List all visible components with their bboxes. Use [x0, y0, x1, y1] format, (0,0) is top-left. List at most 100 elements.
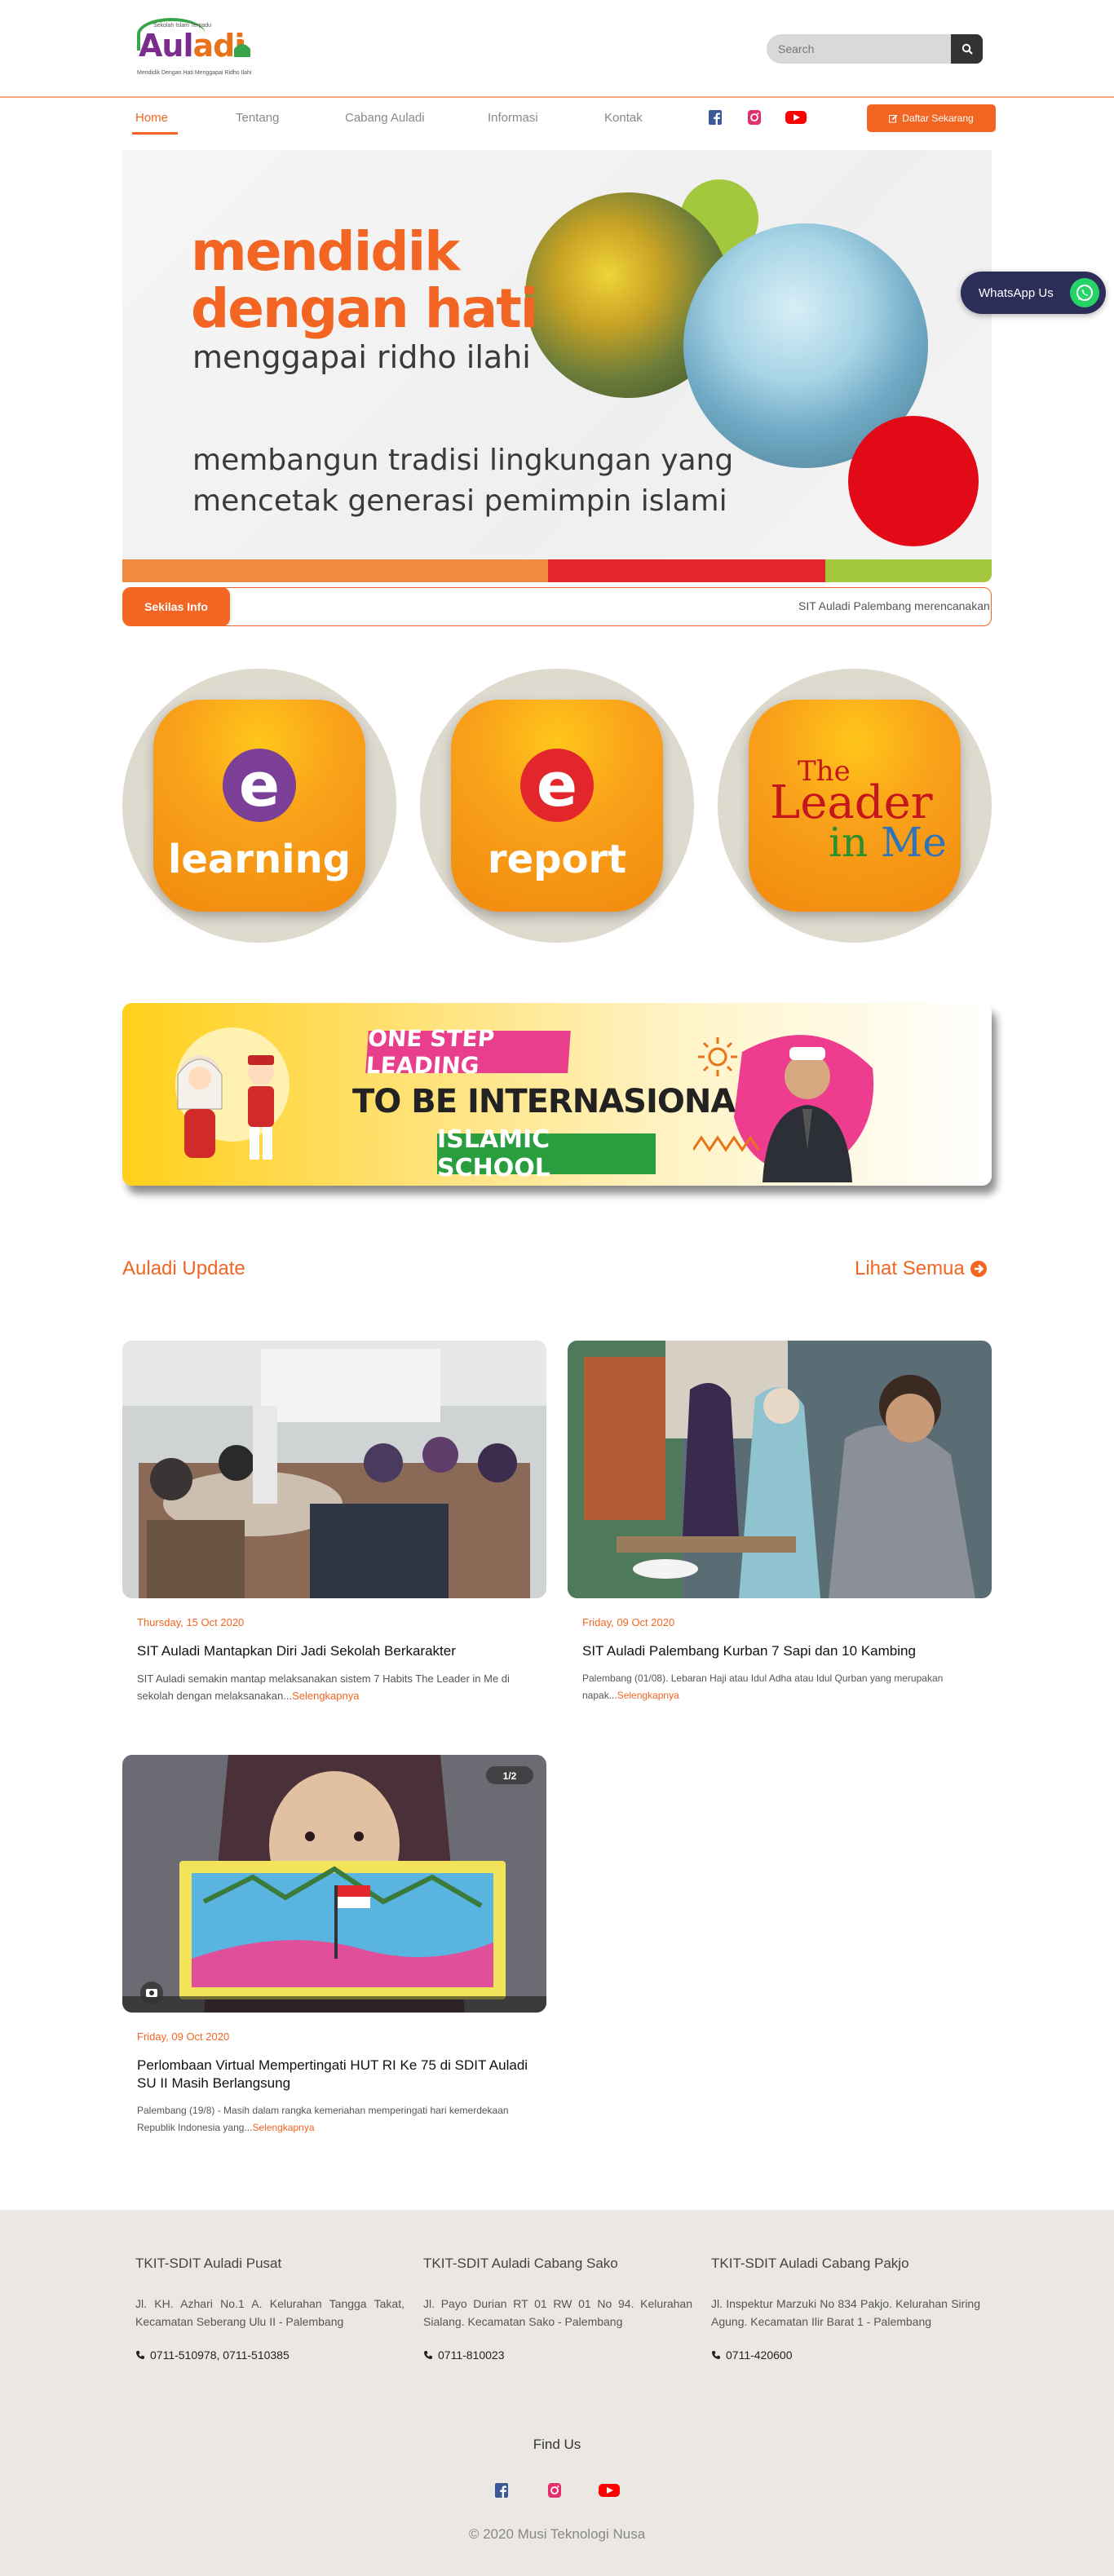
hero-stripe-green [825, 559, 992, 582]
footer-branch-sako: TKIT-SDIT Auladi Cabang Sako Jl. Payo Du… [423, 2256, 692, 2362]
zigzag-decoration [693, 1135, 760, 1152]
news-ticker-text[interactable]: SIT Auladi Palembang merencanakan [798, 599, 990, 612]
search-button[interactable] [951, 34, 983, 64]
footer-phone-number: 0711-420600 [726, 2348, 793, 2362]
news-card-excerpt: Palembang (01/08). Lebaran Haji atau Idu… [582, 1670, 982, 1704]
read-more-link[interactable]: Selengkapnya [292, 1690, 359, 1702]
facebook-icon[interactable] [706, 109, 724, 126]
news-ticker: Sekilas Info SIT Auladi Palembang merenc… [122, 587, 992, 626]
whatsapp-icon [1070, 278, 1099, 307]
see-all-link[interactable]: Lihat Semua [855, 1257, 988, 1280]
youtube-icon[interactable] [598, 2482, 621, 2499]
hero-headline-2: dengan hati [191, 277, 538, 340]
footer-phone-number: 0711-810023 [438, 2348, 505, 2362]
hero-tagline-1: membangun tradisi lingkungan yang [192, 444, 734, 477]
elearning-app-icon: e learning [153, 700, 365, 912]
hero-subheadline: menggapai ridho ilahi [192, 339, 531, 375]
register-now-button[interactable]: Daftar Sekarang [867, 104, 996, 132]
updates-section-title: Auladi Update [122, 1257, 245, 1279]
principal-portrait [734, 1035, 874, 1182]
footer-branch-address: Jl. Inspektur Marzuki No 834 Pakjo. Kelu… [711, 2297, 980, 2328]
search-input[interactable] [767, 34, 953, 64]
news-ticker-label: Sekilas Info [123, 588, 230, 625]
register-now-label: Daftar Sekarang [902, 113, 974, 124]
logo-wordmark-part1: Aul [139, 28, 193, 64]
footer-branch-title: TKIT-SDIT Auladi Cabang Pakjo [711, 2256, 909, 2271]
instagram-icon[interactable] [745, 109, 763, 126]
logo-wordmark: Auladi [139, 28, 245, 64]
news-card-excerpt: Palembang (19/8) - Masih dalam rangka ke… [137, 2102, 537, 2136]
news-card-title[interactable]: SIT Auladi Mantapkan Diri Jadi Sekolah B… [137, 1642, 537, 1660]
site-logo[interactable]: Sekolah Islam Terpadu Auladi Mendidik De… [135, 16, 266, 83]
read-more-link[interactable]: Selengkapnya [617, 1690, 679, 1701]
whatsapp-chat-button[interactable]: WhatsApp Us [961, 272, 1106, 314]
news-card-image[interactable]: 1/2 [122, 1755, 546, 2013]
nav-cabang-auladi[interactable]: Cabang Auladi [345, 111, 425, 125]
nav-active-indicator [132, 132, 178, 135]
site-header: Sekolah Islam Terpadu Auladi Mendidik De… [0, 0, 1114, 98]
page: Sekolah Islam Terpadu Auladi Mendidik De… [0, 0, 1114, 2576]
ereport-title: report [487, 837, 627, 882]
elearning-title: learning [167, 837, 351, 882]
leader-in-text: in [829, 819, 869, 866]
leader-me-text: Me [881, 819, 947, 866]
hero-stripe-orange [122, 559, 548, 582]
read-more-link[interactable]: Selengkapnya [252, 2122, 314, 2133]
search-form [767, 34, 983, 64]
hero-tagline-2: mencetak generasi pemimpin islami [192, 484, 727, 518]
nav-home[interactable]: Home [135, 111, 168, 125]
mosque-dome-icon [234, 40, 250, 57]
footer-branch-title: TKIT-SDIT Auladi Pusat [135, 2256, 282, 2271]
news-card-excerpt: SIT Auladi semakin mantap melaksanakan s… [137, 1670, 537, 1704]
nav-tentang[interactable]: Tentang [236, 111, 279, 125]
image-counter-badge: 1/2 [503, 1770, 517, 1782]
news-card-date: Thursday, 15 Oct 2020 [137, 1616, 245, 1628]
banner-text-bottom: ISLAMIC SCHOOL [437, 1125, 656, 1182]
news-card-title[interactable]: Perlombaan Virtual Mempertingati HUT RI … [137, 2057, 537, 2092]
banner-text-top: ONE STEP LEADING [365, 1025, 571, 1079]
footer-branch-phone[interactable]: 0711-810023 [423, 2348, 692, 2362]
news-card-date: Friday, 09 Oct 2020 [582, 1616, 675, 1628]
elearning-tile[interactable]: e learning [122, 669, 396, 943]
phone-icon [135, 2351, 144, 2360]
ereport-e-icon: e [520, 749, 594, 822]
sun-decoration [698, 1037, 737, 1076]
nav-kontak[interactable]: Kontak [604, 111, 643, 125]
news-card-date: Friday, 09 Oct 2020 [137, 2030, 230, 2043]
news-card-excerpt-text: Palembang (19/8) - Masih dalam rangka ke… [137, 2105, 509, 2133]
nav-informasi[interactable]: Informasi [488, 111, 538, 125]
ereport-tile[interactable]: e report [420, 669, 694, 943]
footer-branch-phone[interactable]: 0711-510978, 0711-510385 [135, 2348, 404, 2362]
cartoon-students-illustration [175, 1027, 290, 1160]
hero-headline-1: mendidik [191, 220, 460, 283]
search-icon [961, 43, 973, 55]
edit-icon [889, 114, 898, 122]
find-us-heading: Find Us [533, 2437, 581, 2452]
hero-red-circle [848, 416, 979, 546]
facebook-icon[interactable] [493, 2482, 511, 2499]
phone-icon [423, 2351, 432, 2360]
main-nav: Home Tentang Cabang Auladi Informasi Kon… [0, 99, 1114, 137]
logo-tagline: Mendidik Dengan Hati Menggapai Ridho Ila… [137, 70, 252, 76]
site-footer: TKIT-SDIT Auladi Pusat Jl. KH. Azhari No… [0, 2210, 1114, 2576]
footer-branch-title: TKIT-SDIT Auladi Cabang Sako [423, 2256, 618, 2271]
leader-in-me-tile[interactable]: The Leader in Me [718, 669, 992, 943]
leader-in-me-logo: The Leader in Me [749, 700, 961, 912]
youtube-icon[interactable] [785, 109, 807, 126]
hero-stripe-red [548, 559, 825, 582]
elearning-e-icon: e [223, 749, 296, 822]
footer-phone-number: 0711-510978, 0711-510385 [150, 2348, 290, 2362]
see-all-label: Lihat Semua [855, 1257, 965, 1279]
promo-banner[interactable]: ONE STEP LEADING TO BE INTERNASIONAL ISL… [122, 1003, 992, 1186]
copyright-text: © 2020 Musi Teknologi Nusa [468, 2526, 646, 2542]
footer-branch-pusat: TKIT-SDIT Auladi Pusat Jl. KH. Azhari No… [135, 2256, 404, 2362]
phone-icon [711, 2351, 720, 2360]
hero-slider[interactable]: mendidik dengan hati menggapai ridho ila… [122, 150, 992, 582]
news-card-image[interactable] [122, 1341, 546, 1598]
footer-branch-address: Jl. KH. Azhari No.1 A. Kelurahan Tangga … [135, 2297, 404, 2328]
arrow-circle-right-icon [970, 1261, 987, 1277]
news-card-image[interactable] [568, 1341, 992, 1598]
news-card-title[interactable]: SIT Auladi Palembang Kurban 7 Sapi dan 1… [582, 1642, 982, 1660]
footer-branch-phone[interactable]: 0711-420600 [711, 2348, 980, 2362]
instagram-icon[interactable] [546, 2482, 564, 2499]
